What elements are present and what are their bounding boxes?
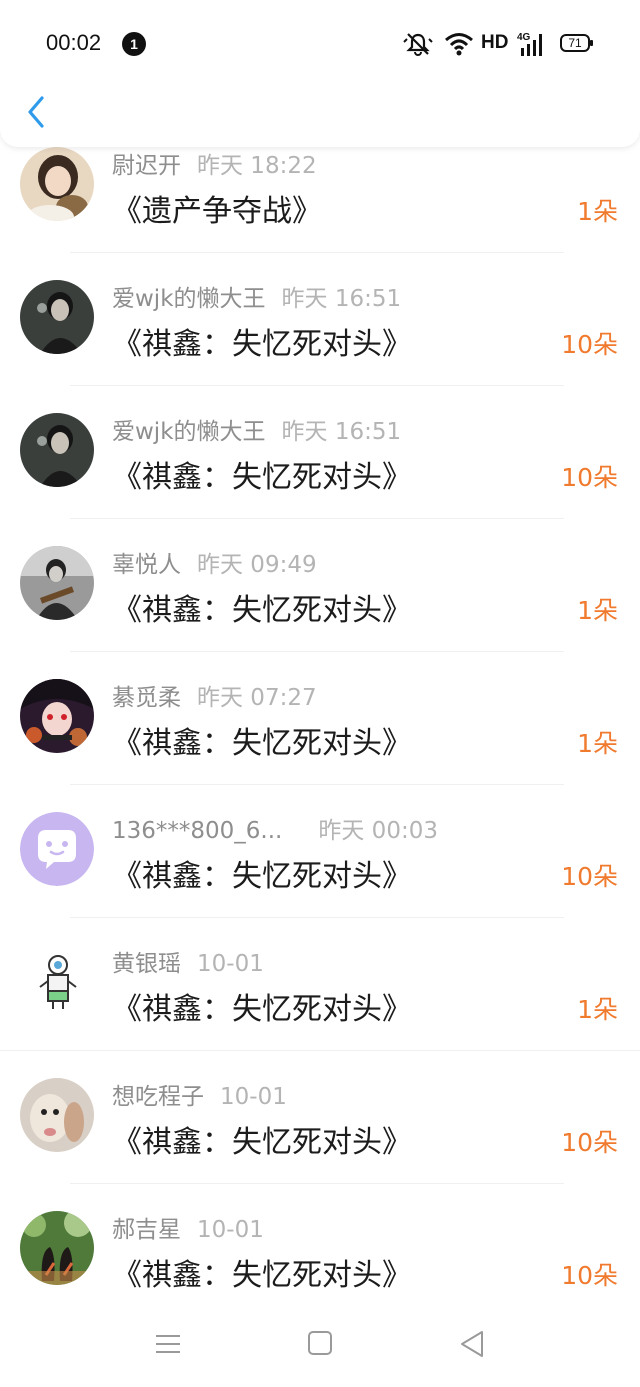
avatar[interactable] [20, 413, 94, 487]
avatar[interactable] [20, 546, 94, 620]
timestamp: 10-01 [197, 951, 264, 977]
book-title[interactable]: 《祺鑫：失忆死对头》 [112, 1250, 412, 1294]
timestamp: 10-01 [220, 1084, 287, 1110]
flower-count: 1朵 [577, 729, 618, 758]
username[interactable]: 黄银瑶 [112, 951, 181, 977]
book-title[interactable]: 《祺鑫：失忆死对头》 [112, 1117, 412, 1161]
avatar[interactable] [20, 679, 94, 753]
timestamp: 昨天 07:27 [197, 685, 317, 711]
timestamp: 10-01 [197, 1217, 264, 1243]
back-button[interactable] [20, 92, 50, 132]
book-title[interactable]: 《祺鑫：失忆死对头》 [112, 851, 412, 895]
battery-indicator: 71 [560, 34, 593, 52]
list-item[interactable]: 爱wjk的懒大王 昨天 16:51 《祺鑫：失忆死对头》 10朵 [0, 386, 640, 519]
timestamp: 昨天 18:22 [197, 153, 317, 179]
username[interactable]: 辜悦人 [112, 552, 181, 578]
timestamp: 昨天 16:51 [281, 419, 402, 445]
username[interactable]: 爱wjk的懒大王 [112, 286, 266, 312]
wifi-icon [445, 33, 473, 56]
book-title[interactable]: 《祺鑫：失忆死对头》 [112, 319, 412, 363]
username[interactable]: 尉迟开 [112, 153, 181, 179]
avatar[interactable] [20, 945, 94, 1019]
timestamp: 昨天 09:49 [197, 552, 317, 578]
list-item[interactable]: 綦觅柔 昨天 07:27 《祺鑫：失忆死对头》 1朵 [0, 652, 640, 785]
book-title[interactable]: 《祺鑫：失忆死对头》 [112, 984, 412, 1028]
timestamp: 昨天 16:51 [281, 286, 402, 312]
avatar[interactable] [20, 280, 94, 354]
book-title[interactable]: 《遗产争夺战》 [112, 186, 322, 230]
flower-count: 10朵 [561, 862, 618, 891]
list-item[interactable]: 爱wjk的懒大王 昨天 16:51 《祺鑫：失忆死对头》 10朵 [0, 253, 640, 386]
top-header: 00:02 1 HD 4G 71 [0, 0, 640, 147]
username[interactable]: 爱wjk的懒大王 [112, 419, 266, 445]
notification-badge: 1 [122, 32, 146, 56]
system-nav-bar [0, 1300, 640, 1387]
list-item[interactable]: 136***800_6... 昨天 00:03 《祺鑫：失忆死对头》 10朵 [0, 785, 640, 918]
list-item[interactable]: 黄银瑶 10-01 《祺鑫：失忆死对头》 1朵 [0, 918, 640, 1051]
mute-bell-icon [403, 33, 433, 56]
username[interactable]: 想吃程子 [112, 1084, 204, 1110]
book-title[interactable]: 《祺鑫：失忆死对头》 [112, 585, 412, 629]
username[interactable]: 綦觅柔 [112, 685, 181, 711]
flower-count: 10朵 [561, 1261, 618, 1290]
avatar[interactable] [20, 1211, 94, 1285]
list-item[interactable]: 郝吉星 10-01 《祺鑫：失忆死对头》 10朵 [0, 1184, 640, 1317]
flower-count: 10朵 [561, 1128, 618, 1157]
default-avatar-icon[interactable] [20, 812, 94, 886]
username[interactable]: 郝吉星 [112, 1217, 181, 1243]
flower-count: 10朵 [561, 330, 618, 359]
back-triangle-icon[interactable] [454, 1328, 490, 1360]
list-item[interactable]: 辜悦人 昨天 09:49 《祺鑫：失忆死对头》 1朵 [0, 519, 640, 652]
username[interactable]: 136***800_6... [112, 818, 282, 844]
book-title[interactable]: 《祺鑫：失忆死对头》 [112, 718, 412, 762]
timestamp: 昨天 00:03 [318, 818, 438, 844]
home-square-icon[interactable] [302, 1328, 338, 1360]
flower-gift-list: 尉迟开 昨天 18:22 《遗产争夺战》 1朵 爱wjk的懒大王 昨天 16:51 … [0, 120, 640, 1317]
flower-count: 1朵 [577, 197, 618, 226]
flower-count: 1朵 [577, 596, 618, 625]
flower-count: 10朵 [561, 463, 618, 492]
menu-icon[interactable] [150, 1328, 186, 1360]
status-bar: 00:02 1 HD 4G 71 [0, 24, 640, 64]
hd-label: HD [481, 32, 509, 53]
book-title[interactable]: 《祺鑫：失忆死对头》 [112, 452, 412, 496]
avatar[interactable] [20, 1078, 94, 1152]
signal-label: 4G [517, 32, 531, 43]
cellular-signal-icon: 4G [517, 32, 542, 56]
flower-count: 1朵 [577, 995, 618, 1024]
list-item[interactable]: 想吃程子 10-01 《祺鑫：失忆死对头》 10朵 [0, 1051, 640, 1184]
avatar[interactable] [20, 147, 94, 221]
status-time: 00:02 [46, 30, 102, 55]
